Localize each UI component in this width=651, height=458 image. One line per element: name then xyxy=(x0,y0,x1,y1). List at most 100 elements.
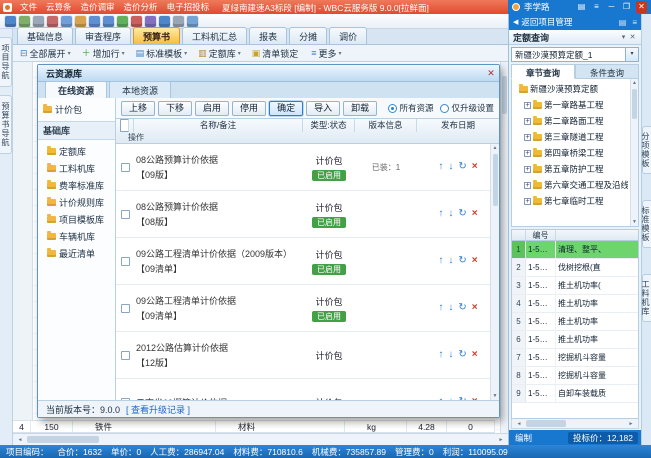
dialog-vertical-scrollbar[interactable]: ▲ ▼ xyxy=(490,144,499,400)
chapter-tree-item[interactable]: + 第七章临时工程 xyxy=(512,193,628,209)
dialog-action-button[interactable]: 卸载 xyxy=(343,101,377,116)
export-icon[interactable] xyxy=(19,16,30,27)
resource-row[interactable]: 2012公路估算计价依据 【12版】 计价包 ↑ ↓ ↻ xyxy=(116,332,499,379)
resource-row[interactable]: 09公路工程清单计价依据（2009版本） 【09清单】 计价包 已启用 ↑ ↓ xyxy=(116,238,499,285)
update-icon[interactable]: ↻ xyxy=(458,209,466,219)
sum-icon[interactable] xyxy=(145,16,156,27)
action-button[interactable]: ≡ 更多 ▾ xyxy=(311,47,341,60)
tree-item-root[interactable]: 计价包 xyxy=(38,101,115,118)
panel-header[interactable]: ◀ 返回项目管理 ▤ ≡ xyxy=(509,14,641,30)
chapter-tree-item[interactable]: + 第一章路基工程 xyxy=(512,97,628,113)
row-checkbox[interactable] xyxy=(121,351,130,360)
tree-item[interactable]: 最近清单 xyxy=(38,245,115,262)
main-vertical-scrollbar[interactable] xyxy=(500,62,508,433)
row-checkbox[interactable] xyxy=(121,210,130,219)
dialog-action-button[interactable]: 导入 xyxy=(306,101,340,116)
quota-row[interactable]: 6 1-5… 推土机功率 xyxy=(512,331,638,349)
menu-item[interactable]: 造价调审 xyxy=(81,1,115,13)
main-tab[interactable]: 预算书 xyxy=(133,27,180,44)
main-tab[interactable]: 审查程序 xyxy=(75,27,131,44)
chapter-tree-item[interactable]: + 新疆沙漠预算定额 xyxy=(512,81,628,97)
chapter-tree-item[interactable]: + 第四章桥梁工程 xyxy=(512,145,628,161)
expand-icon[interactable]: + xyxy=(524,182,531,189)
right-dock-tab[interactable]: 工料机库 xyxy=(642,274,651,322)
right-dock-tab[interactable]: 分项模板 xyxy=(642,126,651,174)
dialog-tab[interactable]: 本地资源 xyxy=(109,81,171,98)
quota-row[interactable]: 5 1-5… 推土机功率 xyxy=(512,313,638,331)
insert-row-icon[interactable] xyxy=(117,16,128,27)
tree-item[interactable]: 费率标准库 xyxy=(38,177,115,194)
settings-icon[interactable] xyxy=(173,16,184,27)
pin-icon[interactable]: ▾ xyxy=(619,33,628,41)
menu-item[interactable]: 云算条 xyxy=(46,1,72,13)
quota-horizontal-scrollbar[interactable]: ◄ ► xyxy=(511,419,639,429)
delete-row-icon[interactable] xyxy=(131,16,142,27)
tree-section-header[interactable]: 基础库 xyxy=(38,121,115,140)
quota-row[interactable]: 1 1-5… 清理、整平、 xyxy=(512,241,638,259)
back-to-project-button[interactable]: 返回项目管理 xyxy=(521,16,572,28)
menu-item[interactable]: 电子招投标 xyxy=(167,1,210,13)
scroll-up-icon[interactable]: ▲ xyxy=(493,144,498,152)
menu-icon[interactable]: ≡ xyxy=(632,18,637,27)
expand-icon[interactable]: + xyxy=(524,166,531,173)
resource-row[interactable]: 09公路工程清单计价依据 【09清单】 计价包 已启用 ↑ ↓ xyxy=(116,285,499,332)
dialog-tab[interactable]: 在线资源 xyxy=(45,81,107,98)
expand-icon[interactable]: + xyxy=(524,102,531,109)
search-icon[interactable] xyxy=(159,16,170,27)
move-down-icon[interactable]: ↓ xyxy=(448,350,453,360)
left-nav-tab[interactable]: 预算书导航 xyxy=(0,95,12,154)
remove-icon[interactable]: × xyxy=(472,162,478,172)
action-button[interactable]: ▥ 定额库 ▾ xyxy=(198,47,241,60)
dialog-action-button[interactable]: 确定 xyxy=(269,101,303,116)
tree-item[interactable]: 工料机库 xyxy=(38,160,115,177)
update-icon[interactable]: ↻ xyxy=(458,162,466,172)
remove-icon[interactable]: × xyxy=(472,303,478,313)
panel-close-icon[interactable]: ✕ xyxy=(628,33,637,41)
dialog-action-button[interactable]: 停用 xyxy=(232,101,266,116)
cut-icon[interactable] xyxy=(47,16,58,27)
quota-row[interactable]: 8 1-5… 挖掘机斗容量 xyxy=(512,367,638,385)
main-tab[interactable]: 报表 xyxy=(249,27,287,44)
main-tab[interactable]: 基础信息 xyxy=(17,27,73,44)
action-button[interactable]: ⊟ 全部展开 ▾ xyxy=(20,47,71,60)
quota-row[interactable]: 4 1-5… 推土机功率 xyxy=(512,295,638,313)
scroll-left-icon[interactable]: ◄ xyxy=(514,421,524,427)
copy-icon[interactable] xyxy=(61,16,72,27)
menu-icon[interactable]: ≡ xyxy=(591,1,602,13)
select-all-checkbox[interactable] xyxy=(120,119,129,132)
chapter-tree-item[interactable]: + 第五章防护工程 xyxy=(512,161,628,177)
chapter-tree-item[interactable]: + 第六章交通工程及沿线 xyxy=(512,177,628,193)
menu-item[interactable]: 造价分析 xyxy=(124,1,158,13)
dialog-action-button[interactable]: 启用 xyxy=(195,101,229,116)
undo-icon[interactable] xyxy=(89,16,100,27)
move-up-icon[interactable]: ↑ xyxy=(438,256,443,266)
move-up-icon[interactable]: ↑ xyxy=(438,162,443,172)
action-button[interactable]: ▤ 标准模板 ▾ xyxy=(136,47,188,60)
update-icon[interactable]: ↻ xyxy=(458,303,466,313)
scroll-thumb[interactable] xyxy=(526,420,566,427)
quota-row[interactable]: 7 1-5… 挖掘机斗容量 xyxy=(512,349,638,367)
scroll-right-icon[interactable]: ► xyxy=(496,437,506,443)
scroll-right-icon[interactable]: ► xyxy=(626,421,636,427)
tree-item[interactable]: 计价规则库 xyxy=(38,194,115,211)
dialog-action-button[interactable]: 下移 xyxy=(158,101,192,116)
query-tab[interactable]: 章节查询 xyxy=(511,64,575,79)
expand-icon[interactable]: + xyxy=(524,150,531,157)
resource-filter-radio[interactable]: 所有资源 xyxy=(388,102,433,114)
move-down-icon[interactable]: ↓ xyxy=(448,256,453,266)
update-icon[interactable]: ↻ xyxy=(458,256,466,266)
grid-icon[interactable]: ▤ xyxy=(619,18,627,27)
dropdown-caret-icon[interactable]: ▾ xyxy=(625,48,638,61)
quota-row[interactable]: 9 1-5… 自卸车装载质 xyxy=(512,385,638,403)
resource-filter-radio[interactable]: 仅升级设置 xyxy=(440,102,494,114)
quota-library-dropdown[interactable]: 新疆沙漠预算定额_1 ▾ xyxy=(511,47,639,62)
main-tab[interactable]: 工料机汇总 xyxy=(182,27,247,44)
paste-icon[interactable] xyxy=(75,16,86,27)
move-up-icon[interactable]: ↑ xyxy=(438,303,443,313)
row-checkbox[interactable] xyxy=(121,304,130,313)
move-down-icon[interactable]: ↓ xyxy=(448,303,453,313)
scroll-down-icon[interactable]: ▼ xyxy=(632,218,637,226)
close-button[interactable]: ✕ xyxy=(636,1,647,13)
dialog-titlebar[interactable]: 云资源库 ✕ xyxy=(38,65,499,82)
scroll-thumb[interactable] xyxy=(27,436,99,443)
